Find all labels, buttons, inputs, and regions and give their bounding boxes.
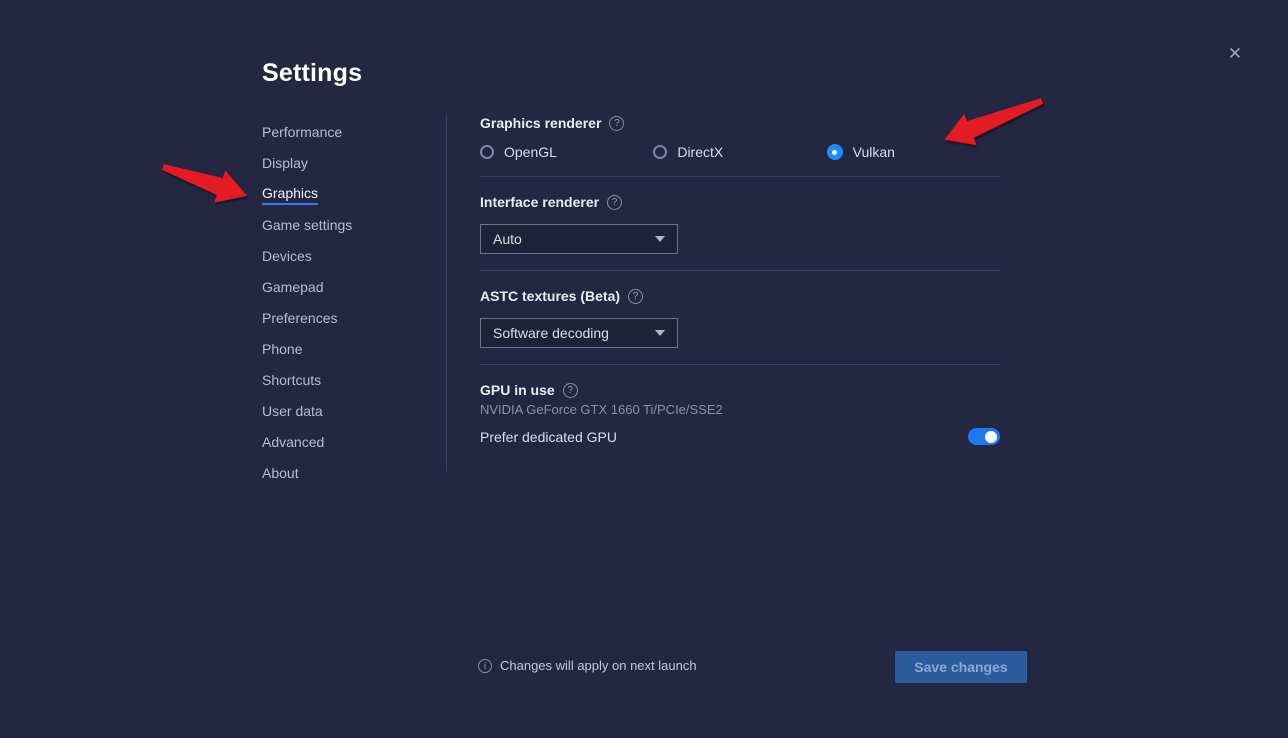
sidebar-item-graphics[interactable]: Graphics [262, 179, 422, 210]
help-icon[interactable]: ? [563, 383, 578, 398]
chevron-down-icon [655, 330, 665, 336]
sidebar-item-devices[interactable]: Devices [262, 241, 422, 272]
radio-opengl[interactable]: OpenGL [480, 144, 653, 160]
sidebar-item-performance[interactable]: Performance [262, 117, 422, 148]
section-divider [480, 270, 1000, 271]
graphics-renderer-radio-group: OpenGL DirectX Vulkan [480, 144, 1000, 160]
section-divider [480, 364, 1000, 365]
gpu-name: NVIDIA GeForce GTX 1660 Ti/PCIe/SSE2 [480, 402, 723, 417]
save-changes-button[interactable]: Save changes [895, 651, 1027, 683]
astc-textures-label: ASTC textures (Beta) ? [480, 288, 643, 304]
sidebar-item-game-settings[interactable]: Game settings [262, 210, 422, 241]
toggle-knob [985, 431, 997, 443]
chevron-down-icon [655, 236, 665, 242]
graphics-renderer-label: Graphics renderer ? [480, 115, 624, 131]
astc-textures-dropdown[interactable]: Software decoding [480, 318, 678, 348]
info-icon: i [478, 659, 492, 673]
settings-sidebar: Performance Display Graphics Game settin… [262, 117, 422, 489]
annotation-arrows [0, 0, 1288, 738]
close-icon[interactable]: ✕ [1224, 43, 1246, 65]
interface-renderer-dropdown[interactable]: Auto [480, 224, 678, 254]
prefer-dedicated-gpu-label: Prefer dedicated GPU [480, 429, 617, 445]
interface-renderer-label: Interface renderer ? [480, 194, 622, 210]
footer-notice: i Changes will apply on next launch [478, 658, 697, 673]
help-icon[interactable]: ? [628, 289, 643, 304]
radio-circle-icon [480, 145, 494, 159]
sidebar-item-preferences[interactable]: Preferences [262, 303, 422, 334]
gpu-in-use-label: GPU in use ? [480, 382, 578, 398]
radio-directx[interactable]: DirectX [653, 144, 826, 160]
sidebar-item-user-data[interactable]: User data [262, 396, 422, 427]
sidebar-item-shortcuts[interactable]: Shortcuts [262, 365, 422, 396]
red-arrow-to-graphics [157, 151, 252, 212]
prefer-dedicated-gpu-toggle[interactable] [968, 428, 1000, 445]
page-title: Settings [262, 59, 362, 88]
sidebar-item-about[interactable]: About [262, 458, 422, 489]
prefer-dedicated-gpu-row: Prefer dedicated GPU [480, 428, 1000, 445]
radio-circle-icon [827, 144, 843, 160]
sidebar-item-phone[interactable]: Phone [262, 334, 422, 365]
section-divider [480, 176, 1000, 177]
vertical-divider [446, 115, 447, 471]
help-icon[interactable]: ? [609, 116, 624, 131]
help-icon[interactable]: ? [607, 195, 622, 210]
sidebar-item-advanced[interactable]: Advanced [262, 427, 422, 458]
radio-circle-icon [653, 145, 667, 159]
radio-vulkan[interactable]: Vulkan [827, 144, 1000, 160]
sidebar-item-gamepad[interactable]: Gamepad [262, 272, 422, 303]
sidebar-item-display[interactable]: Display [262, 148, 422, 179]
